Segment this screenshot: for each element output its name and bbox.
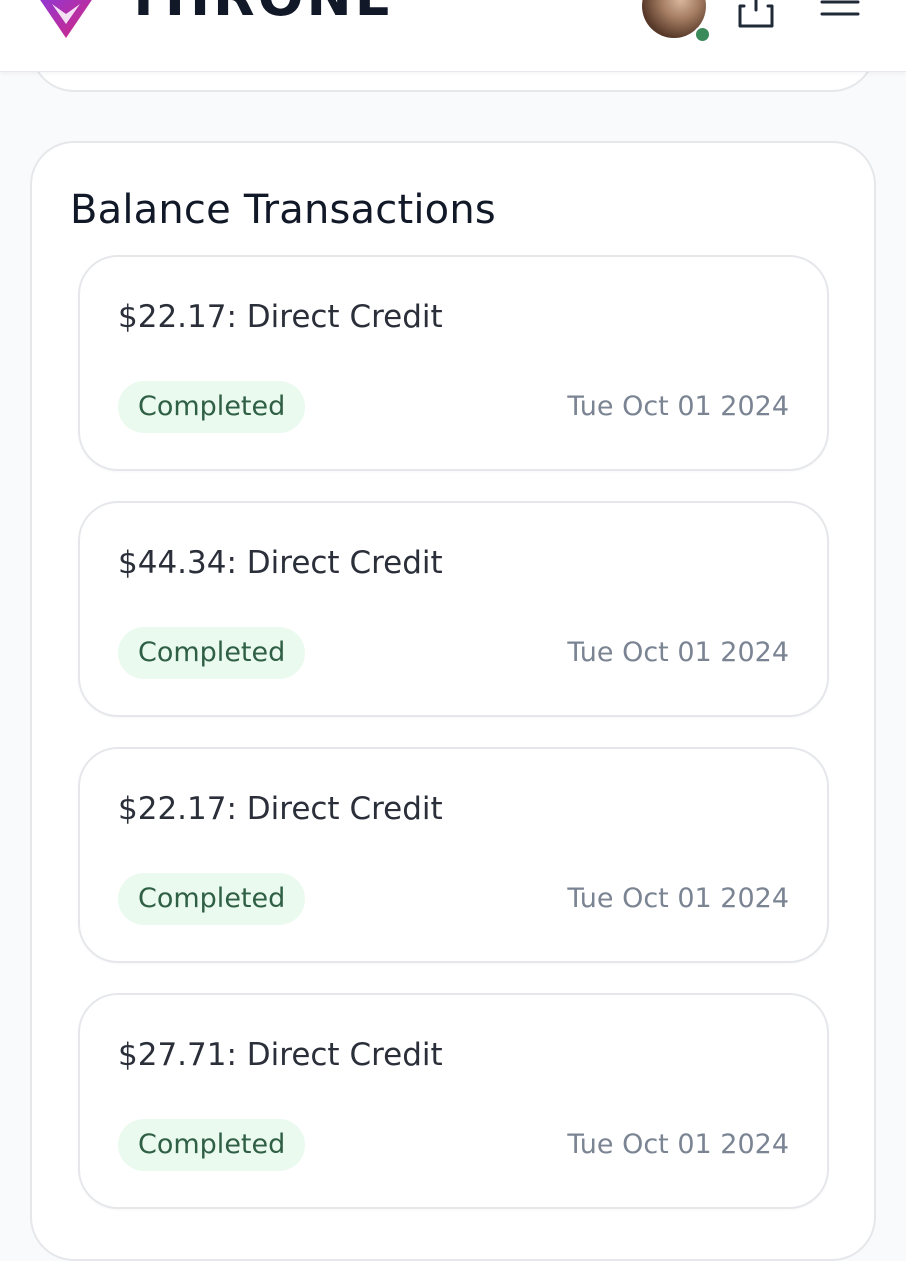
transaction-amount: $22.17: Direct Credit	[118, 299, 443, 335]
logo-icon[interactable]	[28, 0, 104, 40]
status-badge: Completed	[118, 627, 306, 679]
transaction-amount: $44.34: Direct Credit	[118, 545, 443, 581]
balance-transactions-panel: Balance Transactions $22.17: Direct Cred…	[30, 141, 876, 1261]
transaction-amount: $27.71: Direct Credit	[118, 1037, 443, 1073]
section-title: Balance Transactions	[70, 187, 496, 233]
status-badge: Completed	[118, 1119, 306, 1171]
transaction-card[interactable]: $22.17: Direct Credit Completed Tue Oct …	[78, 255, 829, 471]
transaction-card[interactable]: $22.17: Direct Credit Completed Tue Oct …	[78, 747, 829, 963]
transaction-amount: $22.17: Direct Credit	[118, 791, 443, 827]
top-bar: THRONE	[0, 0, 906, 72]
online-status-dot	[694, 26, 711, 43]
menu-icon[interactable]	[818, 0, 862, 24]
transaction-date: Tue Oct 01 2024	[567, 637, 789, 668]
status-badge: Completed	[118, 381, 306, 433]
brand-name[interactable]: THRONE	[125, 0, 395, 24]
transaction-card[interactable]: $44.34: Direct Credit Completed Tue Oct …	[78, 501, 829, 717]
transaction-date: Tue Oct 01 2024	[567, 391, 789, 422]
transaction-date: Tue Oct 01 2024	[567, 883, 789, 914]
transaction-card[interactable]: $27.71: Direct Credit Completed Tue Oct …	[78, 993, 829, 1209]
transaction-date: Tue Oct 01 2024	[567, 1129, 789, 1160]
status-badge: Completed	[118, 873, 306, 925]
share-icon[interactable]	[734, 0, 778, 28]
